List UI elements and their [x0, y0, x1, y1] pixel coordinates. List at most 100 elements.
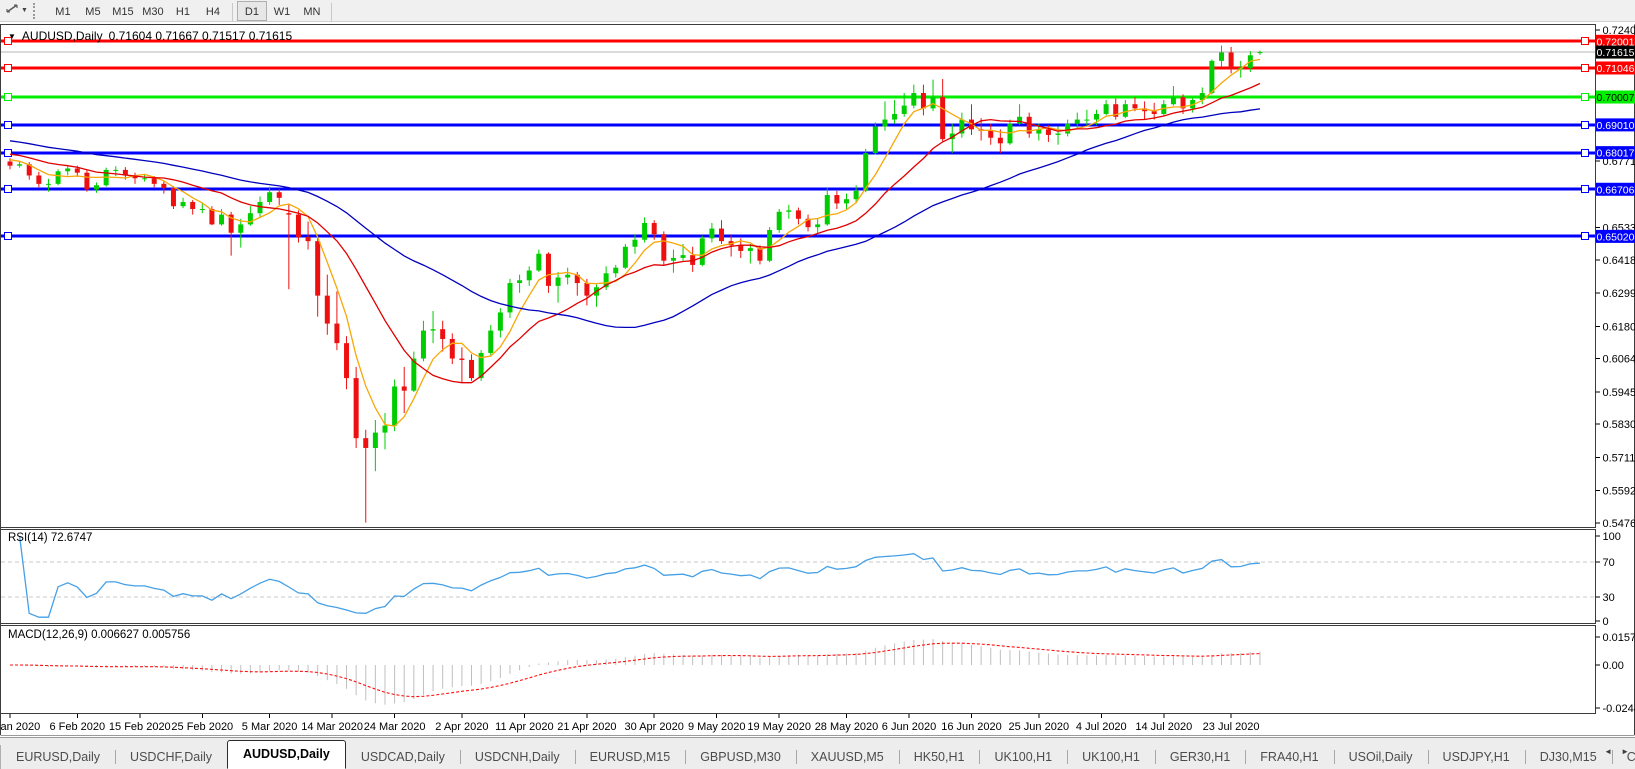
- time-axis-label: 25 Jun 2020: [1009, 721, 1070, 733]
- timeframe-button-mn[interactable]: MN: [297, 1, 327, 21]
- candle-body: [286, 213, 291, 214]
- tab-audusd-daily[interactable]: AUDUSD,Daily: [227, 740, 346, 769]
- candle-body: [315, 241, 320, 295]
- candle-body: [507, 283, 512, 312]
- time-axis-label: 11 Apr 2020: [495, 721, 554, 733]
- hline-handle[interactable]: [1582, 38, 1589, 45]
- tab-uk100-h1[interactable]: UK100,H1: [979, 745, 1067, 769]
- candle-body: [373, 433, 378, 448]
- rsi-axis-tick-label: 30: [1603, 592, 1615, 604]
- candle-body: [56, 171, 61, 184]
- candle-body: [334, 324, 339, 344]
- tab-usoil-daily[interactable]: USOil,Daily: [1334, 745, 1428, 769]
- timeframe-button-d1[interactable]: D1: [237, 1, 267, 21]
- time-axis-label: 28 May 2020: [815, 721, 879, 733]
- tab-ger30-h1[interactable]: GER30,H1: [1155, 745, 1245, 769]
- candle-body: [565, 275, 570, 278]
- tab-eurusd-m15[interactable]: EURUSD,M15: [575, 745, 686, 769]
- toolbar-separator: [331, 3, 332, 21]
- candle-body: [815, 224, 820, 227]
- chart-canvas[interactable]: 0.724050.677150.653350.641800.629900.618…: [0, 22, 1635, 737]
- chart-background: [0, 22, 1635, 737]
- price-axis-tick-label: 0.54765: [1603, 518, 1635, 530]
- price-axis-tick-label: 0.58300: [1603, 419, 1635, 431]
- tab-uk100-h1[interactable]: UK100,H1: [1067, 745, 1155, 769]
- candle-body: [267, 192, 272, 202]
- hline-handle[interactable]: [1582, 122, 1589, 129]
- price-axis-tick-label: 0.59455: [1603, 387, 1635, 399]
- candle-body: [325, 296, 330, 324]
- timeframe-button-m1[interactable]: M1: [48, 1, 78, 21]
- candle-body: [1084, 120, 1089, 121]
- candle-body: [421, 331, 426, 359]
- cursor-tool-button[interactable]: ▼: [3, 1, 30, 21]
- tab-usdjpy-h1[interactable]: USDJPY,H1: [1428, 745, 1525, 769]
- candle-body: [652, 223, 657, 234]
- tabs-scroll-right-icon[interactable]: ►: [1621, 747, 1629, 756]
- candle-body: [613, 268, 618, 274]
- candle-body: [277, 192, 282, 198]
- hline-handle[interactable]: [5, 122, 12, 129]
- candle-body: [854, 191, 859, 199]
- macd-axis-tick-label: -0.02441: [1603, 703, 1635, 715]
- time-axis-label: 9 May 2020: [688, 721, 745, 733]
- hline-handle[interactable]: [5, 150, 12, 157]
- candle-body: [152, 178, 157, 184]
- hline-handle[interactable]: [5, 65, 12, 72]
- hline-handle[interactable]: [1582, 150, 1589, 157]
- candle-body: [209, 209, 214, 224]
- tab-usdcad-daily[interactable]: USDCAD,Daily: [346, 745, 460, 769]
- candle-body: [940, 97, 945, 139]
- candle-body: [632, 240, 637, 247]
- toolbar-drag-grip[interactable]: [33, 3, 40, 19]
- timeframe-button-h4[interactable]: H4: [198, 1, 228, 21]
- hline-handle[interactable]: [5, 233, 12, 240]
- tabs-scroll-left-icon[interactable]: ◄: [1604, 747, 1612, 756]
- candle-body: [584, 283, 589, 296]
- tab-xauusd-m5[interactable]: XAUUSD,M5: [796, 745, 899, 769]
- rsi-axis-tick-label: 0: [1603, 616, 1609, 628]
- candle-body: [661, 234, 666, 261]
- tab-gbpusd-m30[interactable]: GBPUSD,M30: [685, 745, 796, 769]
- hline-handle[interactable]: [1582, 94, 1589, 101]
- hline-handle[interactable]: [5, 94, 12, 101]
- chart-collapse-icon[interactable]: ▼: [8, 32, 16, 41]
- timeframe-button-h1[interactable]: H1: [168, 1, 198, 21]
- candle-body: [8, 161, 13, 165]
- candle-body: [1229, 52, 1234, 69]
- timeframe-button-m5[interactable]: M5: [78, 1, 108, 21]
- timeframe-button-w1[interactable]: W1: [267, 1, 297, 21]
- candle-body: [1152, 111, 1157, 114]
- candle-body: [392, 386, 397, 425]
- price-axis-tick-label: 0.55920: [1603, 486, 1635, 498]
- tab-dj30-m15[interactable]: DJ30,M15: [1525, 745, 1612, 769]
- candle-body: [142, 178, 147, 179]
- candle-body: [844, 199, 849, 203]
- candle-body: [459, 359, 464, 360]
- tab-fra40-h1[interactable]: FRA40,H1: [1245, 745, 1333, 769]
- candle-body: [200, 209, 205, 210]
- time-axis-label: 14 Mar 2020: [301, 721, 363, 733]
- candle-body: [777, 212, 782, 230]
- tab-usdchf-daily[interactable]: USDCHF,Daily: [115, 745, 227, 769]
- candle-body: [75, 168, 80, 172]
- price-label-box-text: 0.70007: [1597, 92, 1635, 104]
- hline-handle[interactable]: [1582, 233, 1589, 240]
- hline-handle[interactable]: [5, 186, 12, 193]
- candle-body: [113, 170, 118, 171]
- candle-body: [1075, 120, 1080, 124]
- tab-hk50-h1[interactable]: HK50,H1: [899, 745, 980, 769]
- candle-body: [911, 93, 916, 106]
- tab-eurusd-daily[interactable]: EURUSD,Daily: [1, 745, 115, 769]
- timeframe-button-m15[interactable]: M15: [108, 1, 138, 21]
- candle-body: [296, 215, 301, 237]
- timeframe-button-m30[interactable]: M30: [138, 1, 168, 21]
- rsi-indicator-label: RSI(14) 72.6747: [8, 532, 92, 544]
- hline-handle[interactable]: [1582, 186, 1589, 193]
- candle-body: [834, 195, 839, 203]
- chart-symbol-label: AUDUSD,Daily: [22, 29, 103, 43]
- time-axis-label: 6 Feb 2020: [49, 721, 105, 733]
- hline-handle[interactable]: [1582, 65, 1589, 72]
- candle-body: [1209, 61, 1214, 93]
- tab-usdcnh-daily[interactable]: USDCNH,Daily: [460, 745, 575, 769]
